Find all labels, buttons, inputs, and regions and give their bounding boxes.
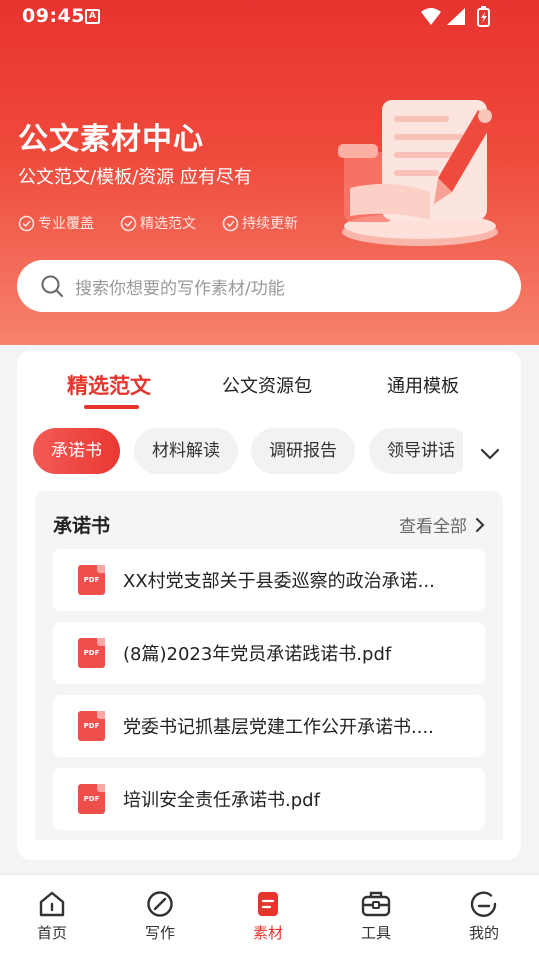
hero-subtitle: 公文范文/模板/资源 应有尽有 <box>18 167 252 188</box>
feature-item: 持续更新 <box>222 213 298 233</box>
nav-label: 我的 <box>468 924 499 942</box>
nav-label: 写作 <box>144 924 175 942</box>
file-list-item[interactable]: PDF XX村党支部关于县委巡察的政治承诺... <box>53 549 485 611</box>
file-section: 承诺书 查看全部 PDF XX村党支部关于县委巡察的政治承诺... PDF (8… <box>35 491 503 840</box>
tab-selected-essays[interactable]: 精选范文 <box>67 370 151 400</box>
notification-icon: A <box>85 9 100 24</box>
nav-label: 工具 <box>360 924 391 942</box>
feature-list: 专业覆盖 精选范文 持续更新 <box>18 213 298 233</box>
wifi-signal-battery-icon <box>421 6 490 27</box>
chevron-down-icon[interactable] <box>479 447 501 461</box>
feature-label: 精选范文 <box>140 216 196 232</box>
feature-item: 专业覆盖 <box>18 213 94 233</box>
bottom-nav: 首页 写作 素材 工具 我的 <box>0 874 539 959</box>
nav-materials[interactable]: 素材 <box>233 889 303 943</box>
file-list-item[interactable]: PDF 党委书记抓基层党建工作公开承诺书.... <box>53 695 485 757</box>
nav-profile[interactable]: 我的 <box>449 889 519 943</box>
chip-commitment[interactable]: 承诺书 <box>33 428 120 474</box>
status-bar: 09:45 A <box>0 0 539 34</box>
view-all-label: 查看全部 <box>399 517 467 537</box>
search-bar[interactable]: 搜索你想要的写作素材/功能 <box>17 260 521 312</box>
category-chips: 承诺书 材料解读 调研报告 领导讲话 <box>33 428 463 474</box>
pdf-icon: PDF <box>78 784 105 814</box>
pen-circle-icon <box>147 891 173 917</box>
content-card: 精选范文 公文资源包 通用模板 承诺书 材料解读 调研报告 领导讲话 承诺书 查… <box>17 350 521 860</box>
file-name: 培训安全责任承诺书.pdf <box>123 790 320 811</box>
check-circle-icon <box>222 215 239 231</box>
pdf-icon: PDF <box>78 711 105 741</box>
file-name: 党委书记抓基层党建工作公开承诺书.... <box>123 717 434 738</box>
chevron-right-icon <box>476 517 485 532</box>
document-icon <box>258 892 278 916</box>
file-list-item[interactable]: PDF (8篇)2023年党员承诺践诺书.pdf <box>53 622 485 684</box>
tab-templates[interactable]: 通用模板 <box>387 372 459 398</box>
page-title: 公文素材中心 <box>18 122 204 157</box>
pdf-icon: PDF <box>78 638 105 668</box>
nav-write[interactable]: 写作 <box>125 889 195 943</box>
status-icons <box>419 6 499 33</box>
tab-resource-packs[interactable]: 公文资源包 <box>222 372 312 398</box>
pdf-icon: PDF <box>78 565 105 595</box>
chip-material-analysis[interactable]: 材料解读 <box>134 428 238 474</box>
feature-item: 精选范文 <box>120 213 196 233</box>
check-circle-icon <box>120 215 137 231</box>
home-icon <box>39 891 65 917</box>
nav-home[interactable]: 首页 <box>17 889 87 943</box>
document-pen-illustration <box>338 100 498 246</box>
check-circle-icon <box>18 215 35 231</box>
file-list-item[interactable]: PDF 培训安全责任承诺书.pdf <box>53 768 485 830</box>
search-placeholder: 搜索你想要的写作素材/功能 <box>75 278 285 299</box>
view-all-link[interactable]: 查看全部 <box>399 512 485 537</box>
search-icon <box>41 275 63 297</box>
nav-tools[interactable]: 工具 <box>341 889 411 943</box>
nav-label: 首页 <box>36 924 67 942</box>
profile-icon <box>470 891 497 917</box>
file-name: (8篇)2023年党员承诺践诺书.pdf <box>123 644 392 665</box>
nav-label: 素材 <box>252 924 283 942</box>
section-title: 承诺书 <box>53 515 111 537</box>
status-time: 09:45 <box>22 5 85 27</box>
feature-label: 持续更新 <box>242 216 298 232</box>
chip-leader-speech[interactable]: 领导讲话 <box>369 428 463 474</box>
hero-banner: 09:45 A 公文素材中心 公文范文/模板/资源 应有尽有 专业覆盖 精选范文… <box>0 0 539 345</box>
toolbox-icon <box>361 891 391 917</box>
file-name: XX村党支部关于县委巡察的政治承诺... <box>123 571 435 592</box>
tab-indicator <box>84 405 139 409</box>
chip-research-report[interactable]: 调研报告 <box>251 428 355 474</box>
feature-label: 专业覆盖 <box>38 216 94 232</box>
